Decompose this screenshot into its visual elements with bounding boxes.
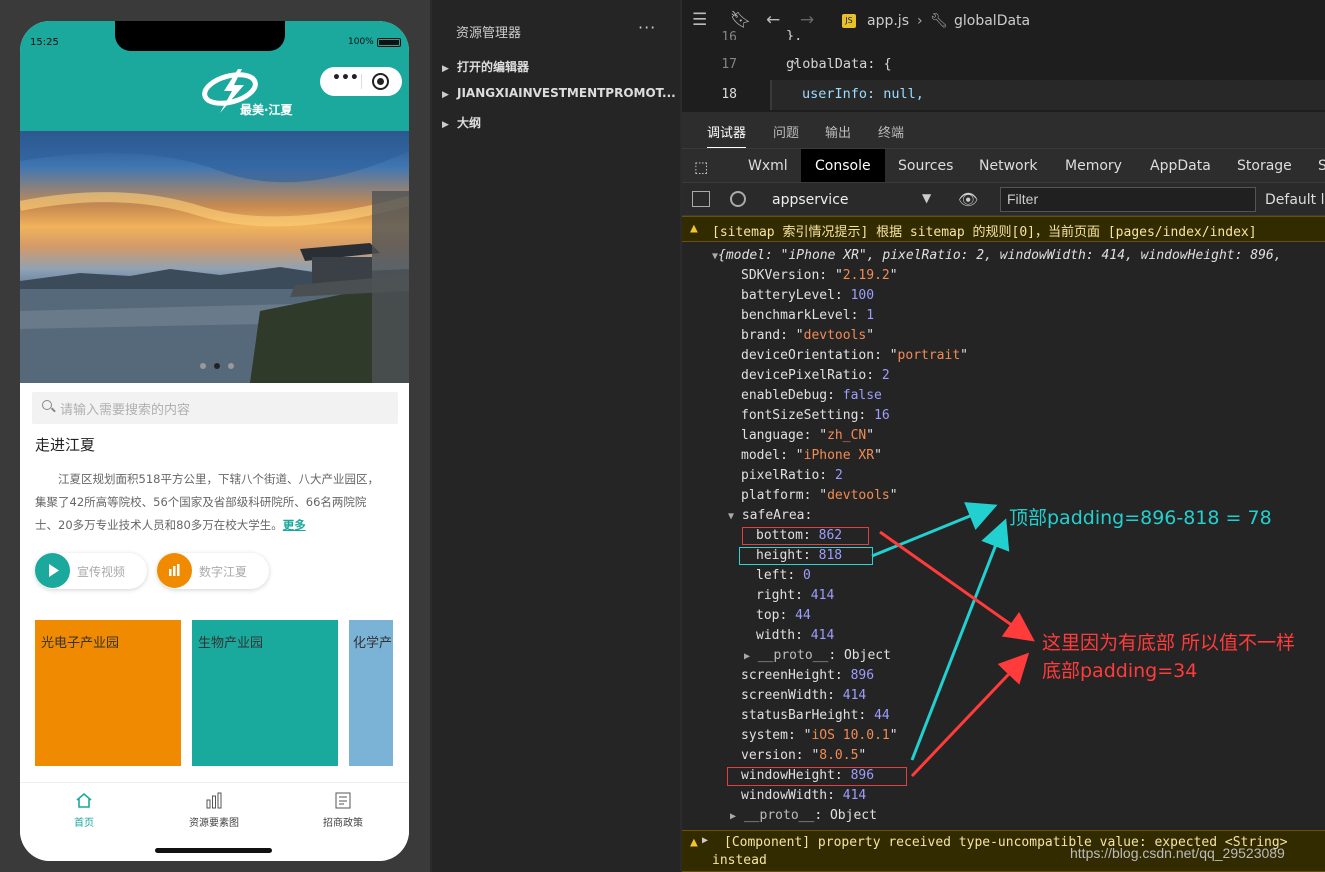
document-icon xyxy=(333,791,353,809)
search-icon xyxy=(42,400,52,410)
section-title: 走进江夏 xyxy=(35,436,96,454)
item-label: 打开的编辑器 xyxy=(457,60,530,74)
play-icon xyxy=(35,553,70,588)
explorer-item-project[interactable]: ▶ JIANGXIAINVESTMENTPROMOT... xyxy=(442,86,676,100)
intro-text: 江夏区规划面积518平方公里，下辖八个街道、八大产业园区，集聚了42所高等院校、… xyxy=(35,472,379,532)
line-number: 17 xyxy=(721,57,737,72)
back-arrow-icon[interactable]: ← xyxy=(766,10,780,30)
tab-label: 首页 xyxy=(74,818,94,829)
code-editor: ☰ 🔖︎ ← → JS app.js › 🔧︎ globalData 16 17… xyxy=(682,0,1325,112)
more-icon[interactable]: ••• xyxy=(332,70,359,86)
tab-label: 资源要素图 xyxy=(189,818,239,829)
park-card[interactable]: 光电子产业园 xyxy=(35,620,181,766)
simulator-panel: 15:25 100% 最美·江夏 ••• 请输入需要搜索的内容 走进江夏 江夏区… xyxy=(0,0,430,872)
app-header: 15:25 100% 最美·江夏 ••• xyxy=(20,21,409,131)
park-card[interactable]: 化学产 xyxy=(349,620,393,766)
top-padding-note: 顶部padding=896-818 = 78 xyxy=(1009,507,1272,529)
logo-text: 最美·江夏 xyxy=(240,103,293,117)
search-placeholder: 请输入需要搜索的内容 xyxy=(60,403,191,418)
explorer-panel: 资源管理器 ··· ▶ 打开的编辑器 ▶ JIANGXIAINVESTMENTPRO… xyxy=(432,0,680,872)
explorer-item-open-editors[interactable]: ▶ 打开的编辑器 xyxy=(442,58,529,75)
swiper-indicators[interactable] xyxy=(196,354,238,373)
annotation-arrows xyxy=(871,502,1035,778)
tab-resource-map[interactable]: 资源要素图 xyxy=(164,791,264,829)
line-number: 16 xyxy=(721,30,737,40)
more-actions-icon[interactable]: ··· xyxy=(638,18,656,37)
line-number: 18 xyxy=(721,87,737,102)
button-label: 数字江夏 xyxy=(199,565,248,579)
tab-label: 招商政策 xyxy=(323,818,363,829)
button-label: 宣传视频 xyxy=(77,565,126,579)
promo-video-button[interactable]: 宣传视频 xyxy=(35,553,147,589)
breadcrumb-symbol[interactable]: globalData xyxy=(954,13,1030,29)
bar-chart-icon xyxy=(204,791,224,809)
bottom-note: 这里因为有底部 所以值不一样 xyxy=(1042,632,1296,654)
forward-arrow-icon[interactable]: → xyxy=(800,10,814,30)
intro-paragraph: 江夏区规划面积518平方公里，下辖八个街道、八大产业园区，集聚了42所高等院校、… xyxy=(35,468,383,537)
more-link[interactable]: 更多 xyxy=(283,518,306,532)
explorer-item-outline[interactable]: ▶ 大纲 xyxy=(442,114,481,131)
digital-jiangxia-button[interactable]: 数字江夏 xyxy=(157,553,269,589)
status-battery: 100% xyxy=(348,37,374,47)
phone-screen: 15:25 100% 最美·江夏 ••• 请输入需要搜索的内容 走进江夏 江夏区… xyxy=(20,21,409,861)
js-file-icon: JS xyxy=(842,14,856,28)
bookmark-icon[interactable]: 🔖︎ xyxy=(730,10,752,30)
chevron-right-icon: › xyxy=(917,13,923,29)
banner-image xyxy=(20,131,409,383)
tab-policy[interactable]: 招商政策 xyxy=(293,791,393,829)
chevron-right-icon: ▶ xyxy=(442,90,449,100)
status-time: 15:25 xyxy=(30,37,59,48)
editor-toolbar: ☰ 🔖︎ ← → JS app.js › 🔧︎ globalData xyxy=(682,0,1325,40)
home-icon xyxy=(74,791,94,809)
tab-home[interactable]: 首页 xyxy=(34,791,134,829)
devtools-panel: 调试器 问题 输出 终端 ⬚ Wxml Console Sources Netw… xyxy=(682,112,1325,872)
chevron-right-icon: ▶ xyxy=(442,64,449,74)
list-icon[interactable]: ☰ xyxy=(692,10,707,30)
breadcrumb-file[interactable]: app.js xyxy=(867,13,909,29)
close-app-icon[interactable] xyxy=(372,73,389,90)
banner-swiper[interactable] xyxy=(20,131,409,383)
bottom-padding-note: 底部padding=34 xyxy=(1042,660,1198,682)
code-line: }, xyxy=(786,28,803,40)
phone-notch xyxy=(115,21,285,51)
item-label: 大纲 xyxy=(457,116,482,130)
code-line: globalData: { xyxy=(786,56,892,72)
wrench-icon: 🔧︎ xyxy=(930,13,948,29)
code-line: userInfo: null, xyxy=(802,86,924,102)
park-card[interactable]: 生物产业园 xyxy=(192,620,338,766)
search-input[interactable]: 请输入需要搜索的内容 xyxy=(32,392,398,424)
menu-capsule[interactable]: ••• xyxy=(320,67,402,96)
chevron-right-icon: ▶ xyxy=(442,120,449,130)
home-indicator xyxy=(155,848,272,853)
explorer-title: 资源管理器 xyxy=(456,26,522,41)
item-label: JIANGXIAINVESTMENTPROMOT... xyxy=(457,86,676,100)
chart-icon xyxy=(157,553,192,588)
battery-icon xyxy=(377,38,401,47)
